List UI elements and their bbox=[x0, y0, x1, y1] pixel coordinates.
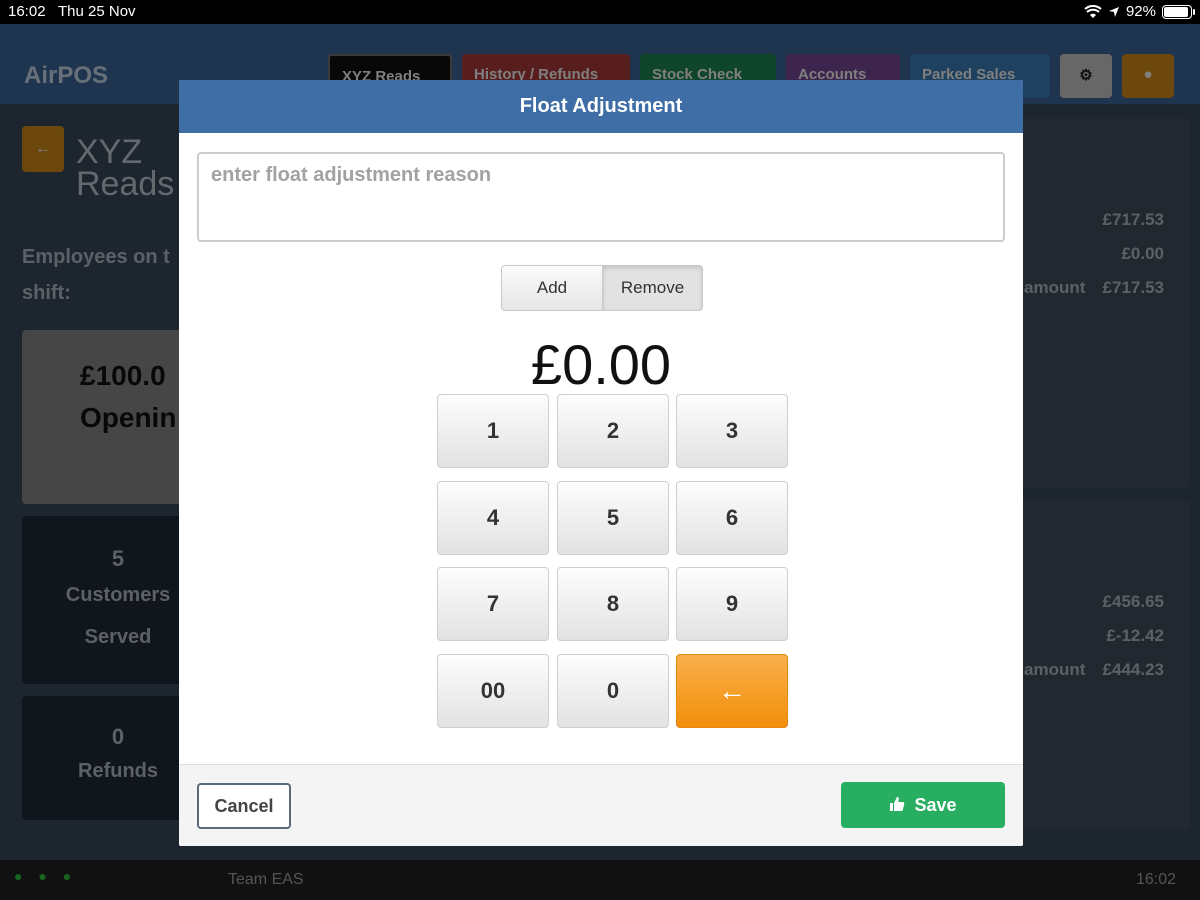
reason-input[interactable] bbox=[197, 152, 1005, 242]
save-label: Save bbox=[914, 795, 957, 815]
status-date: Thu 25 Nov bbox=[58, 3, 136, 20]
float-adjustment-modal: Float Adjustment Add Remove £0.00 1 2 3 … bbox=[179, 80, 1023, 846]
wifi-icon bbox=[1084, 4, 1102, 18]
key-5[interactable]: 5 bbox=[557, 481, 669, 555]
key-1[interactable]: 1 bbox=[437, 394, 549, 468]
remove-button[interactable]: Remove bbox=[602, 266, 702, 310]
location-icon bbox=[1108, 6, 1119, 17]
key-3[interactable]: 3 bbox=[676, 394, 788, 468]
status-time: 16:02 bbox=[8, 3, 46, 20]
status-bar: 16:02 Thu 25 Nov 92% bbox=[0, 0, 1200, 24]
key-0[interactable]: 0 bbox=[557, 654, 669, 728]
key-9[interactable]: 9 bbox=[676, 567, 788, 641]
amount-display: £0.00 bbox=[530, 333, 672, 396]
battery-icon bbox=[1162, 4, 1195, 19]
status-right: 92% bbox=[1084, 3, 1195, 20]
backspace-key[interactable]: ← bbox=[676, 654, 788, 728]
save-button[interactable]: Save bbox=[841, 782, 1005, 828]
backspace-arrow-icon: ← bbox=[718, 675, 746, 706]
key-6[interactable]: 6 bbox=[676, 481, 788, 555]
modal-title: Float Adjustment bbox=[179, 80, 1023, 133]
key-8[interactable]: 8 bbox=[557, 567, 669, 641]
key-00[interactable]: 00 bbox=[437, 654, 549, 728]
battery-percent: 92% bbox=[1125, 3, 1156, 20]
add-button[interactable]: Add bbox=[502, 266, 602, 310]
cancel-button[interactable]: Cancel bbox=[197, 783, 291, 829]
key-7[interactable]: 7 bbox=[437, 567, 549, 641]
modal-footer: Cancel Save bbox=[179, 764, 1023, 846]
key-2[interactable]: 2 bbox=[557, 394, 669, 468]
add-remove-toggle: Add Remove bbox=[501, 265, 703, 311]
key-4[interactable]: 4 bbox=[437, 481, 549, 555]
thumbs-up-icon bbox=[890, 797, 905, 811]
